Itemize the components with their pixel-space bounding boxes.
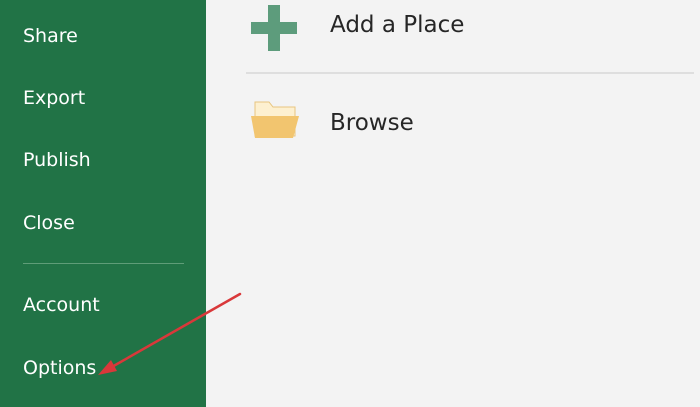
sidebar-nav: Share Export Publish Close Account Optio… xyxy=(0,0,206,407)
sidebar-item-close[interactable]: Close xyxy=(0,198,206,248)
browse-label: Browse xyxy=(330,110,414,136)
plus-icon xyxy=(251,5,297,55)
places-panel: Add a Place Browse xyxy=(206,0,700,407)
sidebar-divider xyxy=(23,263,184,264)
backstage-view: Share Export Publish Close Account Optio… xyxy=(0,0,700,407)
sidebar-item-options[interactable]: Options xyxy=(0,343,206,393)
sidebar-item-export[interactable]: Export xyxy=(0,73,206,123)
browse-button[interactable]: Browse xyxy=(246,94,686,154)
folder-icon xyxy=(251,98,301,146)
places-divider xyxy=(246,72,694,74)
add-a-place-label: Add a Place xyxy=(330,12,465,38)
sidebar-item-share[interactable]: Share xyxy=(0,11,206,61)
add-a-place-button[interactable]: Add a Place xyxy=(246,0,686,60)
sidebar-item-publish[interactable]: Publish xyxy=(0,135,206,185)
sidebar-item-account[interactable]: Account xyxy=(0,280,206,330)
